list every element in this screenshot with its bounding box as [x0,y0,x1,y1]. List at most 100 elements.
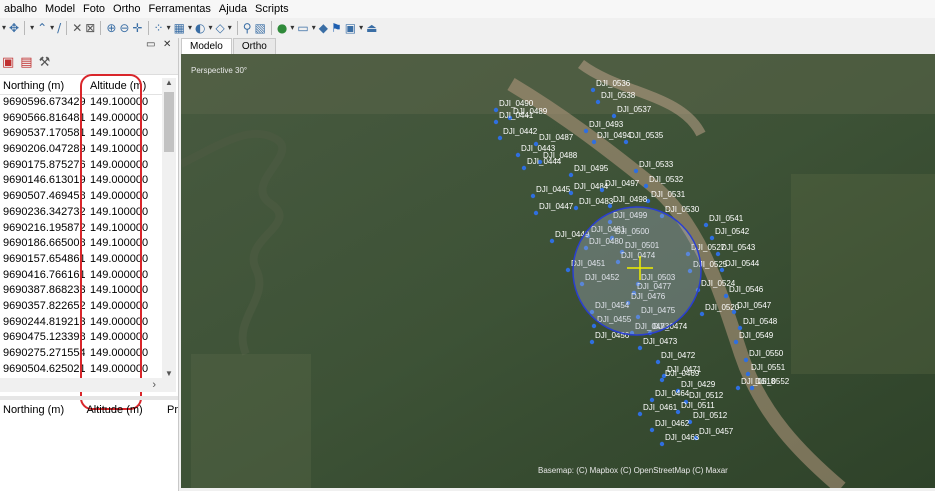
camera-label[interactable]: DJI_0497 [605,179,640,188]
crop-icon[interactable]: ⊠ [85,19,95,37]
camera-label[interactable]: DJI_0464 [655,389,690,398]
northing-cell[interactable]: 9690504.625021 [0,362,85,378]
northing-cell[interactable]: 9690387.868233 [0,283,85,299]
delete-icon[interactable]: ✕ [72,19,82,37]
northing-cell[interactable]: 9690275.271554 [0,346,85,362]
camera-label[interactable]: DJI_0462 [655,419,690,428]
northing-cell[interactable]: 9690175.875276 [0,158,85,174]
camera-label[interactable]: DJI_0429 [681,380,716,389]
camera-label[interactable]: DJI_0498 [613,195,648,204]
pencil-icon[interactable]: / [57,19,61,37]
camera-dot-icon[interactable] [549,238,555,244]
camera-dot-icon[interactable] [533,210,539,216]
zoom-out-icon[interactable]: ⊖ [119,19,129,37]
camera-dot-icon[interactable] [590,87,596,93]
float-panel-icon[interactable]: ▭ [146,38,155,52]
dropdown-arrow-icon[interactable]: ▾ [30,19,34,37]
camera-dot-icon[interactable] [643,183,649,189]
camera-label[interactable]: DJI_0442 [503,127,538,136]
table-row[interactable]: 9690357.822652 149.000000 [0,299,162,315]
camera-label[interactable]: DJI_0472 [661,351,696,360]
table-row[interactable]: 9690206.047289 149.100000 [0,142,162,158]
camera-label[interactable]: DJI_0546 [729,285,764,294]
photo-icon[interactable]: ▣ [345,19,356,37]
northing-cell[interactable]: 9690566.816481 [0,111,85,127]
table-row[interactable]: 9690566.816481 149.000000 [0,111,162,127]
tab-ortho[interactable]: Ortho [232,38,276,54]
camera-label[interactable]: DJI_0447 [539,202,574,211]
camera-dot-icon[interactable] [649,427,655,433]
camera-dot-icon[interactable] [659,377,665,383]
settings-icon[interactable]: ⚒ [39,55,51,71]
camera-label[interactable]: DJI_0538 [601,91,636,100]
northing-cell[interactable]: 9690157.654861 [0,252,85,268]
camera-label[interactable]: DJI_0548 [743,317,778,326]
camera-label[interactable]: DJI_0532 [649,175,684,184]
scroll-down-icon[interactable]: ▼ [162,369,176,378]
move-icon[interactable]: ✥ [9,19,19,37]
table-row[interactable]: 9690504.625021 149.000000 [0,362,162,378]
extra-header-2[interactable]: Pr [163,402,178,418]
camera-dot-icon[interactable] [637,411,643,417]
camera-label[interactable]: DJI_0445 [536,185,571,194]
camera-label[interactable]: DJI_0552 [755,377,790,386]
altitude-cell[interactable]: 149.000000 [85,158,162,174]
altitude-cell[interactable]: 149.000000 [85,362,162,378]
viewport-canvas[interactable]: DJI_0536DJI_0538DJI_0490DJI_0489DJI_0441… [181,54,935,488]
menu-item-abalho[interactable]: abalho [0,0,41,18]
camera-label[interactable]: DJI_0457 [699,427,734,436]
camera-dot-icon[interactable] [703,222,709,228]
northing-cell[interactable]: 9690186.665008 [0,236,85,252]
camera-dot-icon[interactable] [493,119,499,125]
camera-label[interactable]: DJI_0533 [639,160,674,169]
ruler-icon[interactable]: ⏏ [366,19,377,37]
table-row[interactable]: 9690175.875276 149.000000 [0,158,162,174]
camera-dot-icon[interactable] [521,165,527,171]
camera-dot-icon[interactable] [735,385,741,391]
close-panel-icon[interactable]: ✕ [163,38,171,52]
altitude-cell[interactable]: 149.100000 [85,126,162,142]
camera-dot-icon[interactable] [733,339,739,345]
camera-label[interactable]: DJI_0551 [751,363,786,372]
altitude-header-2[interactable]: Altitude (m) [81,402,163,418]
northing-cell[interactable]: 9690507.469458 [0,189,85,205]
northing-cell[interactable]: 9690416.766161 [0,268,85,284]
altitude-cell[interactable]: 149.100000 [85,205,162,221]
menu-item-scripts[interactable]: Scripts [251,0,293,18]
altitude-cell[interactable]: 149.100000 [85,283,162,299]
navigate-icon[interactable]: ✛ [132,19,142,37]
camera-dot-icon[interactable] [637,345,643,351]
camera-label[interactable]: DJI_0542 [715,227,750,236]
camera-dot-icon[interactable] [493,107,499,113]
flag-icon[interactable]: ⚑ [331,19,342,37]
scroll-up-icon[interactable]: ▲ [162,78,176,87]
camera-dot-icon[interactable] [568,172,574,178]
camera-label[interactable]: DJI_0473 [643,337,678,346]
camera-dot-icon[interactable] [709,235,715,241]
altitude-cell[interactable]: 149.000000 [85,189,162,205]
selection-circle[interactable] [572,206,702,336]
camera-label[interactable]: DJI_0544 [725,259,760,268]
markers-icon[interactable]: ⚲ [243,19,252,37]
camera-dot-icon[interactable] [573,205,579,211]
northing-cell[interactable]: 9690244.819213 [0,315,85,331]
altitude-cell[interactable]: 149.100000 [85,236,162,252]
table-row[interactable]: 9690387.868233 149.100000 [0,283,162,299]
camera-dot-icon[interactable] [565,267,571,273]
altitude-cell[interactable]: 149.000000 [85,330,162,346]
camera-dot-icon[interactable] [599,187,605,193]
table-row[interactable]: 9690236.342732 149.100000 [0,205,162,221]
camera-dot-icon[interactable] [633,168,639,174]
table-row[interactable]: 9690146.613019 149.000000 [0,173,162,189]
camera-label[interactable]: DJI_0469 [665,369,700,378]
camera-label[interactable]: DJI_0487 [539,133,574,142]
northing-header[interactable]: Northing (m) [0,78,85,94]
table-row[interactable]: 9690275.271554 149.000000 [0,346,162,362]
table-row[interactable]: 9690157.654861 149.000000 [0,252,162,268]
camera-label[interactable]: DJI_0441 [499,111,534,120]
camera-label[interactable]: DJI_0495 [574,164,609,173]
horizontal-scrollbar[interactable]: › [0,378,176,392]
altitude-cell[interactable]: 149.000000 [85,299,162,315]
camera-label[interactable]: DJI_0543 [721,243,756,252]
dropdown-arrow-icon[interactable]: ▾ [359,19,363,37]
